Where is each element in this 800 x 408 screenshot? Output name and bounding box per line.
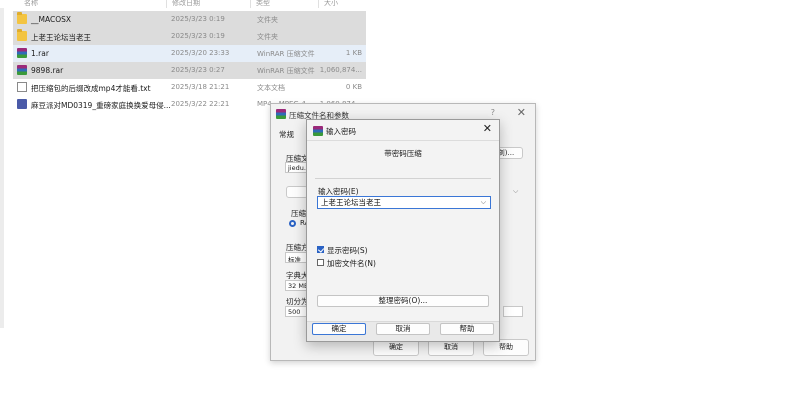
file-row[interactable]: 1.rar 2025/3/20 23:33 WinRAR 压缩文件 1 KB (13, 45, 366, 62)
file-name: 9898.rar (31, 66, 64, 75)
file-list-header: 名称 修改日期 类型 大小 (0, 0, 366, 8)
password-dialog: 输入密码 ✕ 带密码压缩 输入密码(E) 上老王论坛当老王 ⌵ 显示密码(S) … (306, 119, 500, 342)
ok-button[interactable]: 确定 (312, 323, 366, 335)
file-name: 上老王论坛当老王 (31, 33, 91, 42)
winrar-icon (276, 109, 286, 119)
column-divider[interactable] (250, 0, 251, 8)
format-radio-rar[interactable] (289, 220, 296, 227)
text-file-icon (17, 82, 27, 92)
file-row[interactable]: 上老王论坛当老王 2025/3/23 0:19 文件夹 (13, 28, 366, 45)
file-row[interactable]: __MACOSX 2025/3/23 0:19 文件夹 (13, 11, 366, 28)
video-file-icon (17, 99, 27, 109)
format-label: 压缩 (291, 209, 306, 218)
column-divider[interactable] (166, 0, 167, 8)
column-header-type[interactable]: 类型 (256, 0, 270, 8)
file-size: 1,060,874... (319, 66, 362, 74)
organize-passwords-button[interactable]: 整理密码(O)... (317, 295, 489, 307)
file-name: 把压缩包的后缀改成mp4才能看.txt (31, 84, 151, 93)
column-divider[interactable] (318, 0, 319, 8)
rar-icon (17, 48, 27, 58)
file-name: 1.rar (31, 49, 49, 58)
file-name: __MACOSX (31, 15, 72, 24)
profile-button[interactable] (286, 186, 308, 198)
file-row[interactable]: 把压缩包的后缀改成mp4才能看.txt 2025/3/18 21:21 文本文档 0 … (13, 79, 366, 96)
file-row[interactable]: 9898.rar 2025/3/23 0:27 WinRAR 压缩文件 1,060,8… (13, 62, 366, 79)
dialog-title: 输入密码 (326, 127, 356, 136)
help-icon[interactable]: ? (491, 108, 495, 117)
folder-icon (17, 29, 27, 41)
password-value: 上老王论坛当老王 (321, 198, 381, 207)
left-pane-edge (0, 8, 4, 328)
file-type: WinRAR 压缩文件 (257, 50, 315, 58)
chevron-down-icon[interactable]: ⌵ (513, 187, 518, 196)
column-header-name[interactable]: 名称 (24, 0, 38, 8)
split-unit-select[interactable] (503, 306, 523, 317)
encrypt-names-checkbox[interactable] (317, 259, 324, 266)
show-password-label: 显示密码(S) (327, 246, 368, 255)
rar-icon (17, 65, 27, 75)
file-date: 2025/3/23 0:19 (171, 32, 225, 40)
file-size: 0 KB (345, 83, 362, 91)
close-icon[interactable]: ✕ (517, 106, 526, 119)
password-input[interactable]: 上老王论坛当老王 ⌵ (317, 196, 491, 209)
file-type: 文件夹 (257, 16, 278, 24)
file-size: 1 KB (345, 49, 362, 57)
help-button[interactable]: 帮助 (440, 323, 494, 335)
close-icon[interactable]: ✕ (483, 122, 492, 135)
tab-general[interactable]: 常规 (279, 129, 294, 140)
show-password-checkbox[interactable] (317, 246, 324, 253)
encrypt-names-label: 加密文件名(N) (327, 259, 376, 268)
cancel-button[interactable]: 取消 (376, 323, 430, 335)
column-header-date[interactable]: 修改日期 (172, 0, 200, 8)
winrar-icon (313, 126, 323, 136)
chevron-down-icon[interactable]: ⌵ (481, 197, 486, 207)
column-header-size[interactable]: 大小 (324, 0, 338, 8)
file-date: 2025/3/22 22:21 (171, 100, 230, 108)
file-type: 文本文档 (257, 84, 285, 92)
group-divider (315, 178, 491, 179)
group-caption: 带密码压缩 (384, 149, 422, 158)
title-divider (307, 140, 499, 141)
file-date: 2025/3/20 23:33 (171, 49, 230, 57)
file-date: 2025/3/23 0:19 (171, 15, 225, 23)
file-date: 2025/3/18 21:21 (171, 83, 230, 91)
file-date: 2025/3/23 0:27 (171, 66, 225, 74)
folder-icon (17, 12, 27, 24)
file-type: WinRAR 压缩文件 (257, 67, 315, 75)
file-type: 文件夹 (257, 33, 278, 41)
file-name: 麻豆派对MD0319_重磅家庭换换爱母侵... (31, 101, 171, 110)
